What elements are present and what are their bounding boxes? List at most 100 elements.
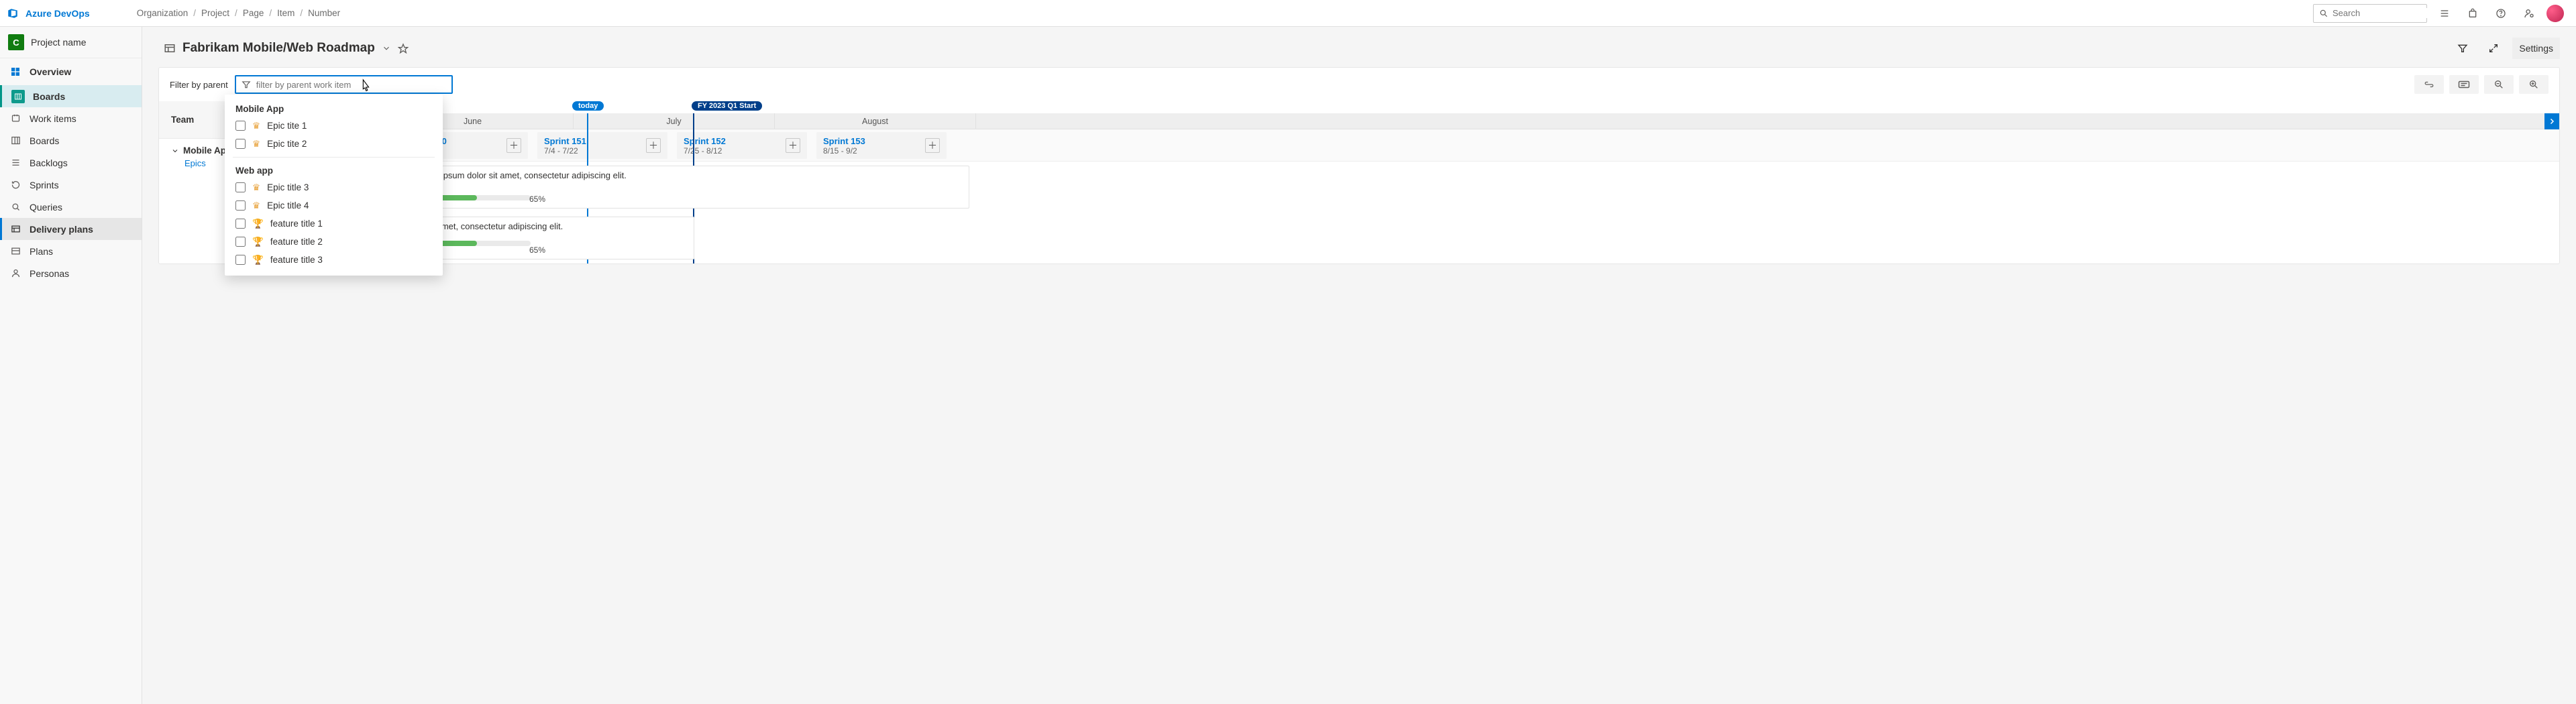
avatar[interactable] [2546,5,2564,22]
board-icon [9,135,21,145]
dropdown-option[interactable]: ♛ Epic title 4 [225,196,443,215]
marketplace-icon[interactable] [2462,3,2483,24]
settings-button[interactable]: Settings [2512,38,2560,59]
option-checkbox[interactable] [235,237,246,247]
epic-title: Epic title: Lorem ipsum dolor sit amet, … [376,170,961,180]
option-checkbox[interactable] [235,219,246,229]
sidebar-item-queries[interactable]: Queries [0,196,142,218]
azure-devops-logo [7,7,19,19]
sprint-dates: 8/15 - 9/2 [823,146,865,156]
sprint-card[interactable]: Sprint 1538/15 - 9/2 ＋ [816,132,947,159]
dropdown-group-label: Web app [225,162,443,178]
project-selector[interactable]: C Project name [0,27,142,58]
breadcrumb-item[interactable]: Page [243,8,264,18]
breadcrumb-item[interactable]: Item [277,8,294,18]
option-checkbox[interactable] [235,255,246,265]
option-label: feature title 3 [270,255,323,265]
epic-icon: ♛ [252,200,260,211]
brand-label[interactable]: Azure DevOps [25,8,90,19]
zoom-out-button[interactable] [2484,75,2514,94]
favorite-star-icon[interactable] [398,43,409,54]
sidebar-item-sprints[interactable]: Sprints [0,174,142,196]
epic-icon: ♛ [252,182,260,193]
dropdown-option[interactable]: 🏆 feature title 2 [225,233,443,251]
option-label: feature title 1 [270,219,323,229]
sprint-dates: 7/25 - 8/12 [684,146,726,156]
month-cell: July [574,113,775,129]
dropdown-group-label: Mobile App [225,100,443,117]
sidebar-item-delivery-plans[interactable]: Delivery plans [0,218,142,240]
sidebar-item-personas[interactable]: Personas [0,262,142,284]
sidebar-item-label: Boards [30,135,59,146]
breadcrumb-item[interactable]: Organization [137,8,189,18]
sprint-card[interactable]: Sprint 1517/4 - 7/22 ＋ [537,132,667,159]
sprint-dates: 7/4 - 7/22 [544,146,586,156]
zoom-in-button[interactable] [2519,75,2548,94]
option-label: Epic tite 1 [267,121,307,131]
epic-subtitle: Show progress [376,182,961,191]
breadcrumb-item[interactable]: Number [308,8,340,18]
sidebar-item-backlogs[interactable]: Backlogs [0,152,142,174]
sprint-title: Sprint 151 [544,136,586,146]
sidebar-item-boards[interactable]: Boards [0,129,142,152]
sidebar-item-overview[interactable]: Overview [0,58,142,85]
epic-card[interactable]: Epic title: Lorem ipsum dolor sit amet, … [366,166,969,209]
project-badge: C [8,34,24,50]
sidebar-item-label: Plans [30,246,53,257]
option-checkbox[interactable] [235,121,246,131]
sprint-title: Sprint 153 [823,136,865,146]
chevron-down-icon [171,147,179,155]
sidebar-item-label: Sprints [30,180,59,190]
feature-icon: 🏆 [252,219,264,229]
option-label: Epic title 4 [267,200,309,211]
sidebar-item-label: Queries [30,202,62,213]
dropdown-option[interactable]: 🏆 feature title 1 [225,215,443,233]
option-checkbox[interactable] [235,182,246,192]
boards-icon [11,90,25,103]
delivery-plans-icon [9,224,21,234]
sidebar-item-plans[interactable]: Plans [0,240,142,262]
work-items-icon [9,113,21,123]
sidebar-item-label: Personas [30,268,69,279]
plan-icon [164,42,176,54]
project-name: Project name [31,37,86,48]
dropdown-option[interactable]: 🏆 feature title 3 [225,251,443,269]
personas-icon [9,268,21,278]
fullscreen-button[interactable] [2481,38,2506,59]
option-checkbox[interactable] [235,139,246,149]
filter-parent-input[interactable] [235,75,453,94]
collapse-cards-button[interactable] [2449,75,2479,94]
user-settings-icon[interactable] [2518,3,2540,24]
search-input[interactable] [2313,4,2427,23]
chevron-down-icon[interactable] [382,44,391,53]
add-item-button[interactable]: ＋ [786,138,800,153]
feature-icon: 🏆 [252,255,264,266]
help-icon[interactable] [2490,3,2512,24]
breadcrumb-item[interactable]: Project [201,8,229,18]
add-item-button[interactable]: ＋ [925,138,940,153]
sidebar-item-work-items[interactable]: Work items [0,107,142,129]
sprint-card[interactable]: Sprint 1527/25 - 8/12 ＋ [677,132,807,159]
add-item-button[interactable]: ＋ [506,138,521,153]
filter-label: Filter by parent [170,80,228,90]
progress-pct: 65% [529,245,545,255]
filter-parent-dropdown: Mobile App ♛ Epic tite 1 ♛ Epic tite 2 W… [225,95,443,276]
option-checkbox[interactable] [235,200,246,211]
plans-icon [9,246,21,256]
month-cell: August [775,113,976,129]
option-label: feature title 2 [270,237,323,247]
filter-button[interactable] [2451,38,2475,59]
page-title: Fabrikam Mobile/Web Roadmap [182,41,375,56]
queries-icon [9,202,21,212]
dropdown-option[interactable]: ♛ Epic title 3 [225,178,443,196]
backlogs-icon [9,158,21,168]
sidebar-section-boards[interactable]: Boards [0,85,142,107]
dropdown-option[interactable]: ♛ Epic tite 2 [225,135,443,153]
dependencies-button[interactable] [2414,75,2444,94]
add-item-button[interactable]: ＋ [646,138,661,153]
sprint-title: Sprint 152 [684,136,726,146]
dropdown-option[interactable]: ♛ Epic tite 1 [225,117,443,135]
sidebar-item-label: Boards [33,91,65,102]
list-icon[interactable] [2434,3,2455,24]
scroll-right-button[interactable] [2544,113,2559,129]
